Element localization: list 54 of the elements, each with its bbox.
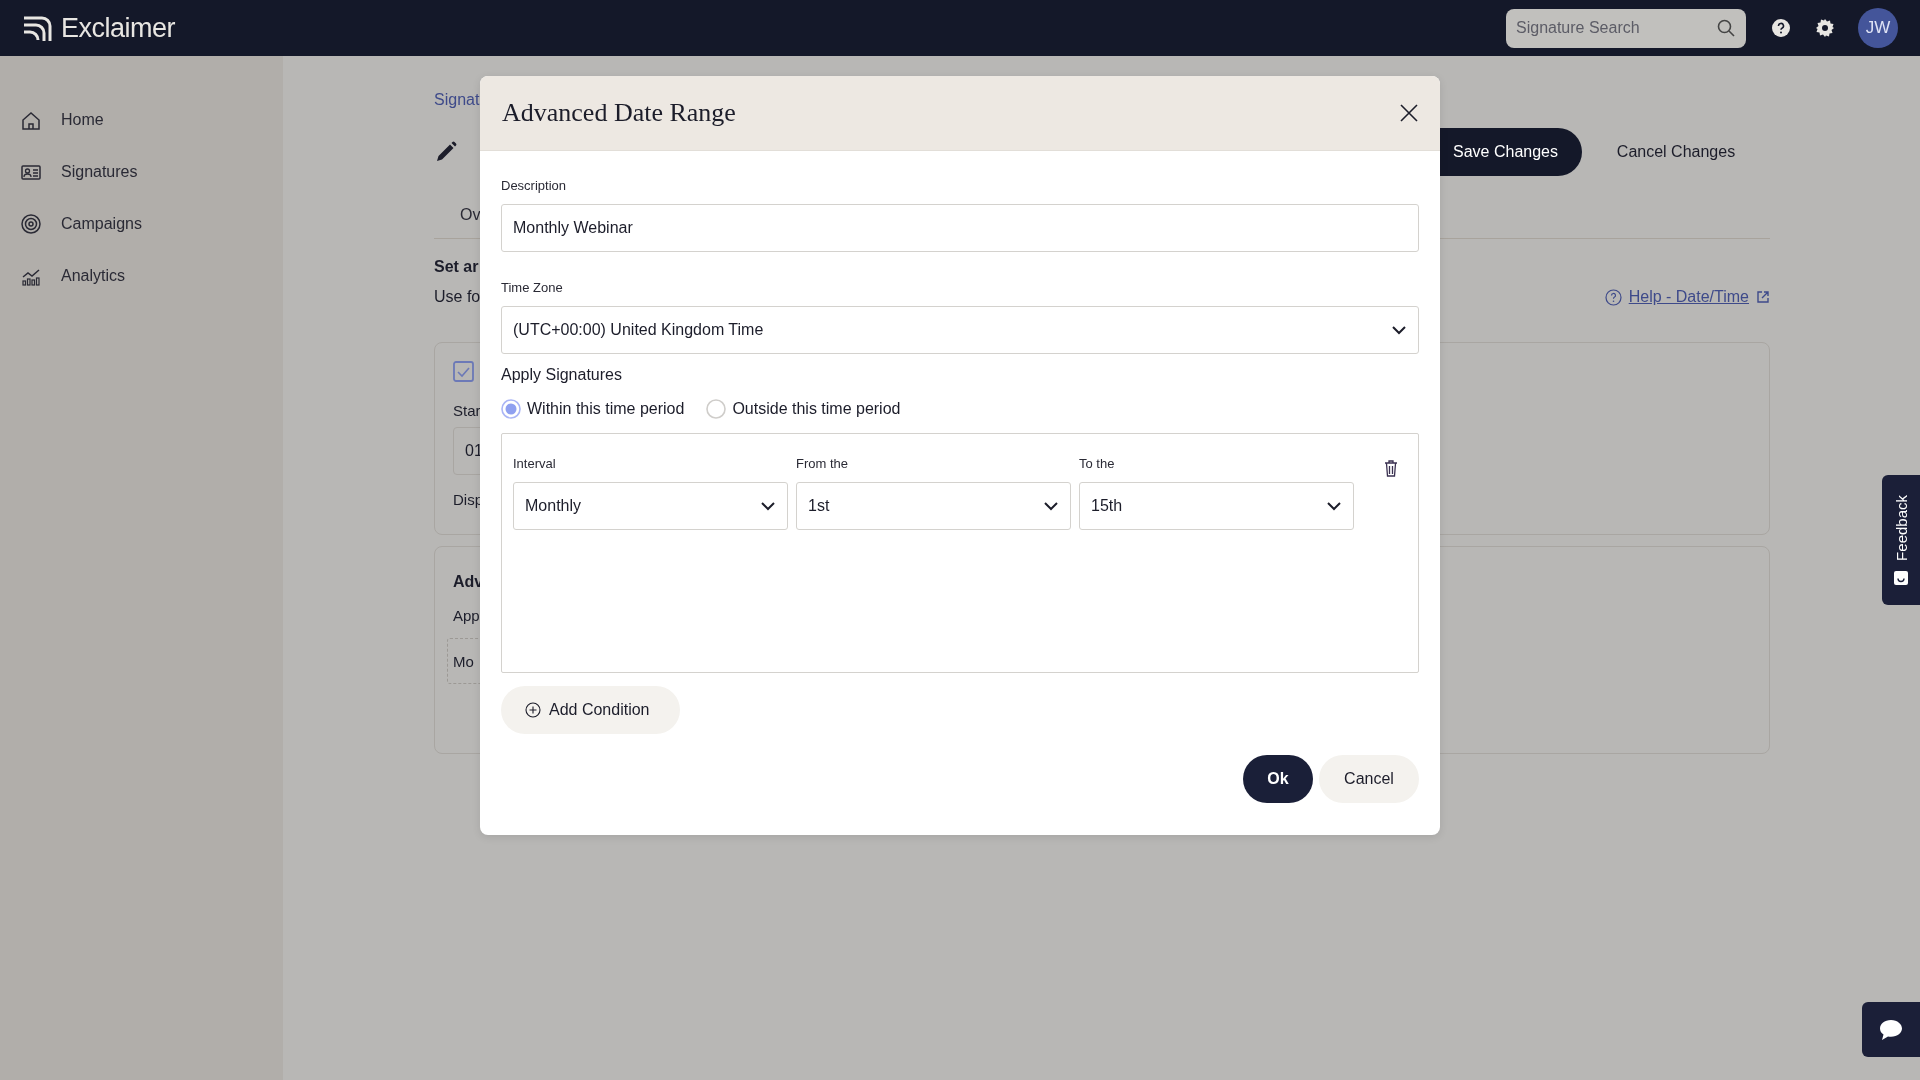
chevron-down-icon (760, 501, 776, 511)
search-icon (1717, 18, 1735, 37)
sidebar-item[interactable]: Analytics (0, 250, 283, 302)
field-label: Interval (513, 456, 556, 471)
user-avatar[interactable]: JW (1858, 8, 1898, 48)
feedback-tab[interactable]: Feedback (1882, 475, 1920, 605)
chat-bubble-icon (1878, 1017, 1904, 1042)
external-link-icon (1756, 290, 1770, 304)
section-description: Use fo (434, 288, 481, 306)
dropdown[interactable]: Monthly (513, 482, 788, 530)
field-label: Time Zone (501, 280, 563, 295)
time-zone-dropdown[interactable]: (UTC+00:00) United Kingdom Time (501, 306, 1419, 354)
checkbox[interactable] (453, 361, 474, 382)
dialog-title: Advanced Date Range (502, 98, 736, 128)
tab[interactable]: Ov (460, 206, 481, 238)
chart-icon (21, 266, 41, 286)
dropdown[interactable]: 15th (1079, 482, 1354, 530)
dropdown[interactable]: 1st (796, 482, 1071, 530)
section-label: Apply Signatures (501, 366, 622, 384)
logo-text: Exclaimer (61, 12, 176, 44)
sidebar-item[interactable]: Home (0, 94, 283, 146)
smiley-icon (1894, 570, 1908, 585)
sidebar-item[interactable]: Campaigns (0, 198, 283, 250)
sidebar-item[interactable]: Signatures (0, 146, 283, 198)
settings-icon (1816, 19, 1834, 37)
add-condition-button[interactable]: Add Condition (501, 686, 680, 734)
description-field[interactable]: Monthly Webinar (501, 204, 1419, 252)
help-icon (1604, 288, 1622, 306)
target-icon (21, 214, 41, 234)
field-label: From the (796, 456, 848, 471)
home-icon (21, 110, 41, 130)
cancel-button[interactable]: Cancel (1319, 755, 1419, 803)
chat-button[interactable] (1862, 1002, 1920, 1057)
chevron-down-icon (1043, 501, 1059, 511)
trash-icon[interactable] (1384, 460, 1398, 477)
pencil-icon (434, 140, 458, 164)
ok-button[interactable]: Ok (1243, 755, 1313, 803)
close-icon[interactable] (1400, 104, 1418, 122)
help-link[interactable]: Help - Date/Time (1628, 288, 1749, 306)
chevron-down-icon (1391, 325, 1407, 335)
plus-circle-icon (525, 702, 541, 718)
chevron-down-icon (1326, 501, 1342, 511)
id-card-icon (21, 162, 41, 182)
field-label: Star (453, 402, 481, 419)
field-label: To the (1079, 456, 1115, 471)
radio-option[interactable]: Outside this time period (706, 399, 901, 419)
card-text: App (453, 607, 480, 624)
search-field[interactable]: Signature Search (1506, 8, 1746, 48)
section-heading: Set ar (434, 258, 479, 276)
help-icon (1772, 19, 1790, 37)
field-label: Description (501, 178, 567, 193)
breadcrumb-link[interactable]: Signat (434, 91, 480, 111)
radio-option[interactable]: Within this time period (501, 399, 685, 419)
cancel-changes-button[interactable]: Cancel Changes (1582, 128, 1770, 176)
